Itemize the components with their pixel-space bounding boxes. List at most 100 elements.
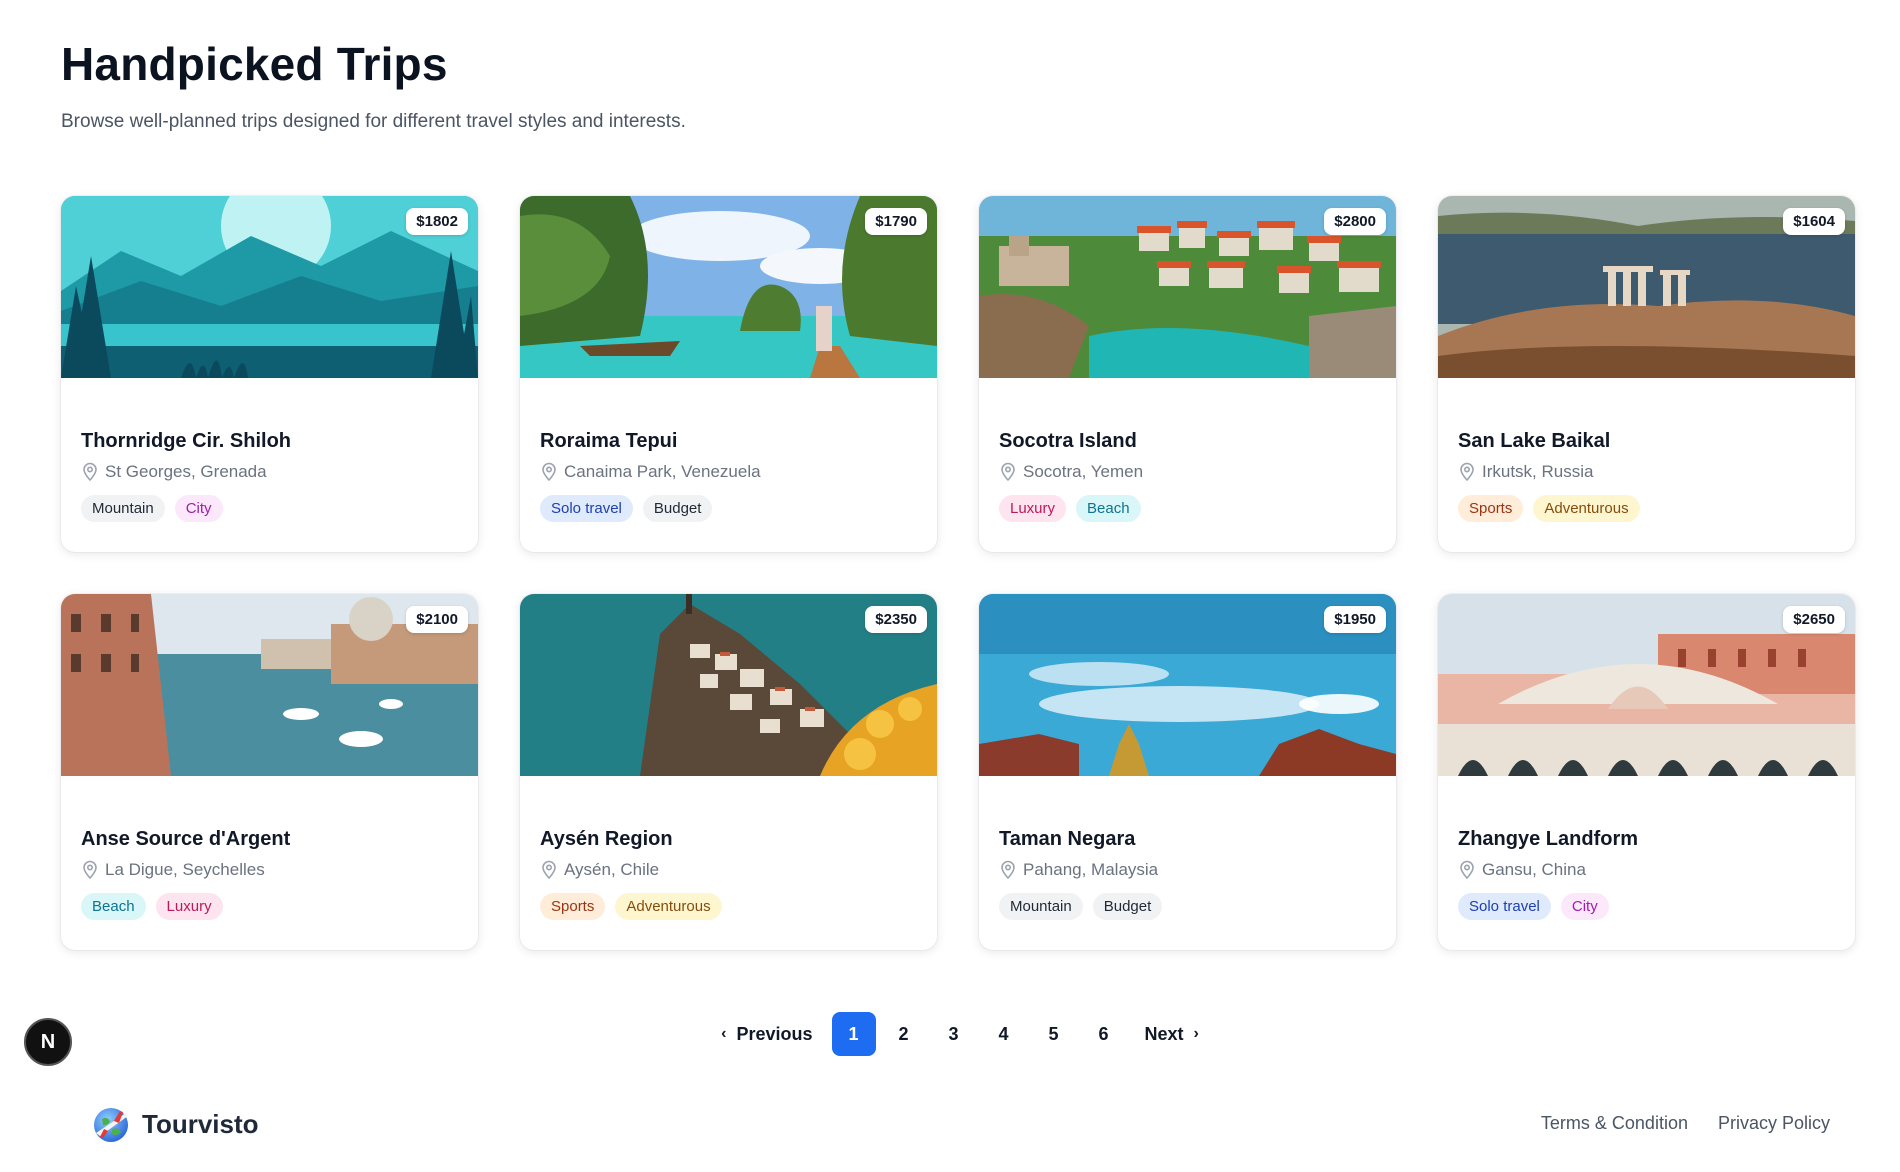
trip-tag: Beach [1076,495,1141,522]
trip-title: Zhangye Landform [1458,828,1639,850]
trips-grid: $1802 Thornridge Cir. Shiloh St Georges,… [61,196,1855,950]
trip-tags: Beach Luxury [81,893,458,920]
price-badge: $1950 [1324,606,1386,633]
logo-icon [94,1108,128,1142]
price-badge: $1604 [1783,208,1845,235]
trip-location-text: St Georges, Grenada [105,462,267,481]
chevron-right-icon: › [1193,1025,1199,1042]
trip-location: La Digue, Seychelles [81,860,458,880]
trip-card[interactable]: $2650 Zhangye Landform Gansu, China Solo… [1438,594,1855,950]
trip-image: $1802 [61,196,478,378]
price-badge: $1802 [406,208,468,235]
trip-title: Roraima Tepui [540,430,678,452]
trip-card[interactable]: $1790 Roraima Tepui Canaima Park, Venezu… [520,196,937,552]
trip-image: $2800 [979,196,1396,378]
trip-title: Aysén Region [540,828,673,850]
trip-image: $1790 [520,196,937,378]
trip-image: $2650 [1438,594,1855,776]
trip-tags: Sports Adventurous [540,893,917,920]
trip-tag: Sports [1458,495,1524,522]
location-pin-icon [542,860,556,880]
trip-location-text: Gansu, China [1482,860,1586,879]
privacy-link[interactable]: Privacy Policy [1718,1113,1830,1134]
trip-tag: Budget [642,495,713,522]
price-badge: $2350 [865,606,927,633]
trip-location-text: Irkutsk, Russia [1482,462,1594,481]
next-button[interactable]: Next › [1135,1012,1209,1056]
price-badge: $1790 [865,208,927,235]
page-2-button[interactable]: 2 [882,1012,926,1056]
trip-location: Canaima Park, Venezuela [540,462,917,482]
trip-tag: Beach [81,893,146,920]
trip-tag: Mountain [999,893,1083,920]
trip-image: $2100 [61,594,478,776]
brand[interactable]: Tourvisto [90,1103,259,1145]
location-pin-icon [542,462,556,482]
location-pin-icon [1001,860,1015,880]
page-3-button[interactable]: 3 [932,1012,976,1056]
trip-tag: Mountain [81,495,165,522]
page-title: Handpicked Trips [61,38,448,90]
trip-location: Gansu, China [1458,860,1835,880]
previous-label: Previous [736,1023,813,1044]
trip-tag: Adventurous [615,893,722,920]
trip-tags: Luxury Beach [999,495,1376,522]
trip-tags: Solo travel Budget [540,495,917,522]
trip-location: St Georges, Grenada [81,462,458,482]
location-pin-icon [1460,462,1474,482]
trip-tags: Sports Adventurous [1458,495,1835,522]
trip-location: Socotra, Yemen [999,462,1376,482]
trip-tag: Adventurous [1533,495,1640,522]
page-5-button[interactable]: 5 [1032,1012,1076,1056]
trip-location-text: Socotra, Yemen [1023,462,1144,481]
trip-tag: Luxury [155,893,223,920]
price-badge: $2650 [1783,606,1845,633]
trip-tag: Solo travel [540,495,633,522]
trip-card[interactable]: $1802 Thornridge Cir. Shiloh St Georges,… [61,196,478,552]
trip-location-text: Aysén, Chile [564,860,660,879]
trip-location-text: Pahang, Malaysia [1023,860,1159,879]
trip-card[interactable]: $1950 Taman Negara Pahang, Malaysia Moun… [979,594,1396,950]
trip-tags: Mountain Budget [999,893,1376,920]
trip-card[interactable]: $2800 Socotra Island Socotra, Yemen Luxu… [979,196,1396,552]
trip-card[interactable]: $1604 San Lake Baikal Irkutsk, Russia Sp… [1438,196,1855,552]
page-subtitle: Browse well-planned trips designed for d… [61,111,686,132]
trip-card[interactable]: $2350 Aysén Region Aysén, Chile Sports Ad… [520,594,937,950]
trip-image: $1950 [979,594,1396,776]
page: Handpicked Trips Browse well-planned tri… [0,0,1900,1172]
trip-card[interactable]: $2100 Anse Source d'Argent La Digue, Sey… [61,594,478,950]
location-pin-icon [83,462,97,482]
trip-image: $1604 [1438,196,1855,378]
footer-links: Terms & Condition Privacy Policy [1541,1113,1830,1134]
next-label: Next [1144,1023,1184,1044]
brand-name: Tourvisto [142,1108,259,1139]
terms-link[interactable]: Terms & Condition [1541,1113,1688,1134]
previous-button[interactable]: ‹ Previous [711,1012,822,1056]
page-1-button[interactable]: 1 [831,1012,876,1056]
trip-tag: Budget [1092,893,1163,920]
dev-tools-badge[interactable]: N [24,1018,72,1066]
trip-tag: Solo travel [1458,893,1551,920]
trip-tags: Solo travel City [1458,893,1835,920]
trip-tag: Sports [540,893,606,920]
trip-tag: City [1560,893,1609,920]
trip-tags: Mountain City [81,495,458,522]
page-6-button[interactable]: 6 [1082,1012,1126,1056]
trip-location: Aysén, Chile [540,860,917,880]
trip-tag: Luxury [999,495,1067,522]
price-badge: $2100 [406,606,468,633]
location-pin-icon [83,860,97,880]
trip-tag: City [174,495,223,522]
trip-title: Thornridge Cir. Shiloh [81,430,291,452]
page-4-button[interactable]: 4 [982,1012,1026,1056]
footer: Tourvisto Terms & Condition Privacy Poli… [0,1078,1900,1172]
chevron-left-icon: ‹ [721,1025,727,1042]
trip-title: Socotra Island [999,430,1137,452]
trip-location-text: La Digue, Seychelles [105,860,265,879]
trip-title: Taman Negara [999,828,1136,850]
trip-title: Anse Source d'Argent [81,828,291,850]
trip-title: San Lake Baikal [1458,430,1611,452]
trip-location: Irkutsk, Russia [1458,462,1835,482]
trip-image: $2350 [520,594,937,776]
location-pin-icon [1001,462,1015,482]
